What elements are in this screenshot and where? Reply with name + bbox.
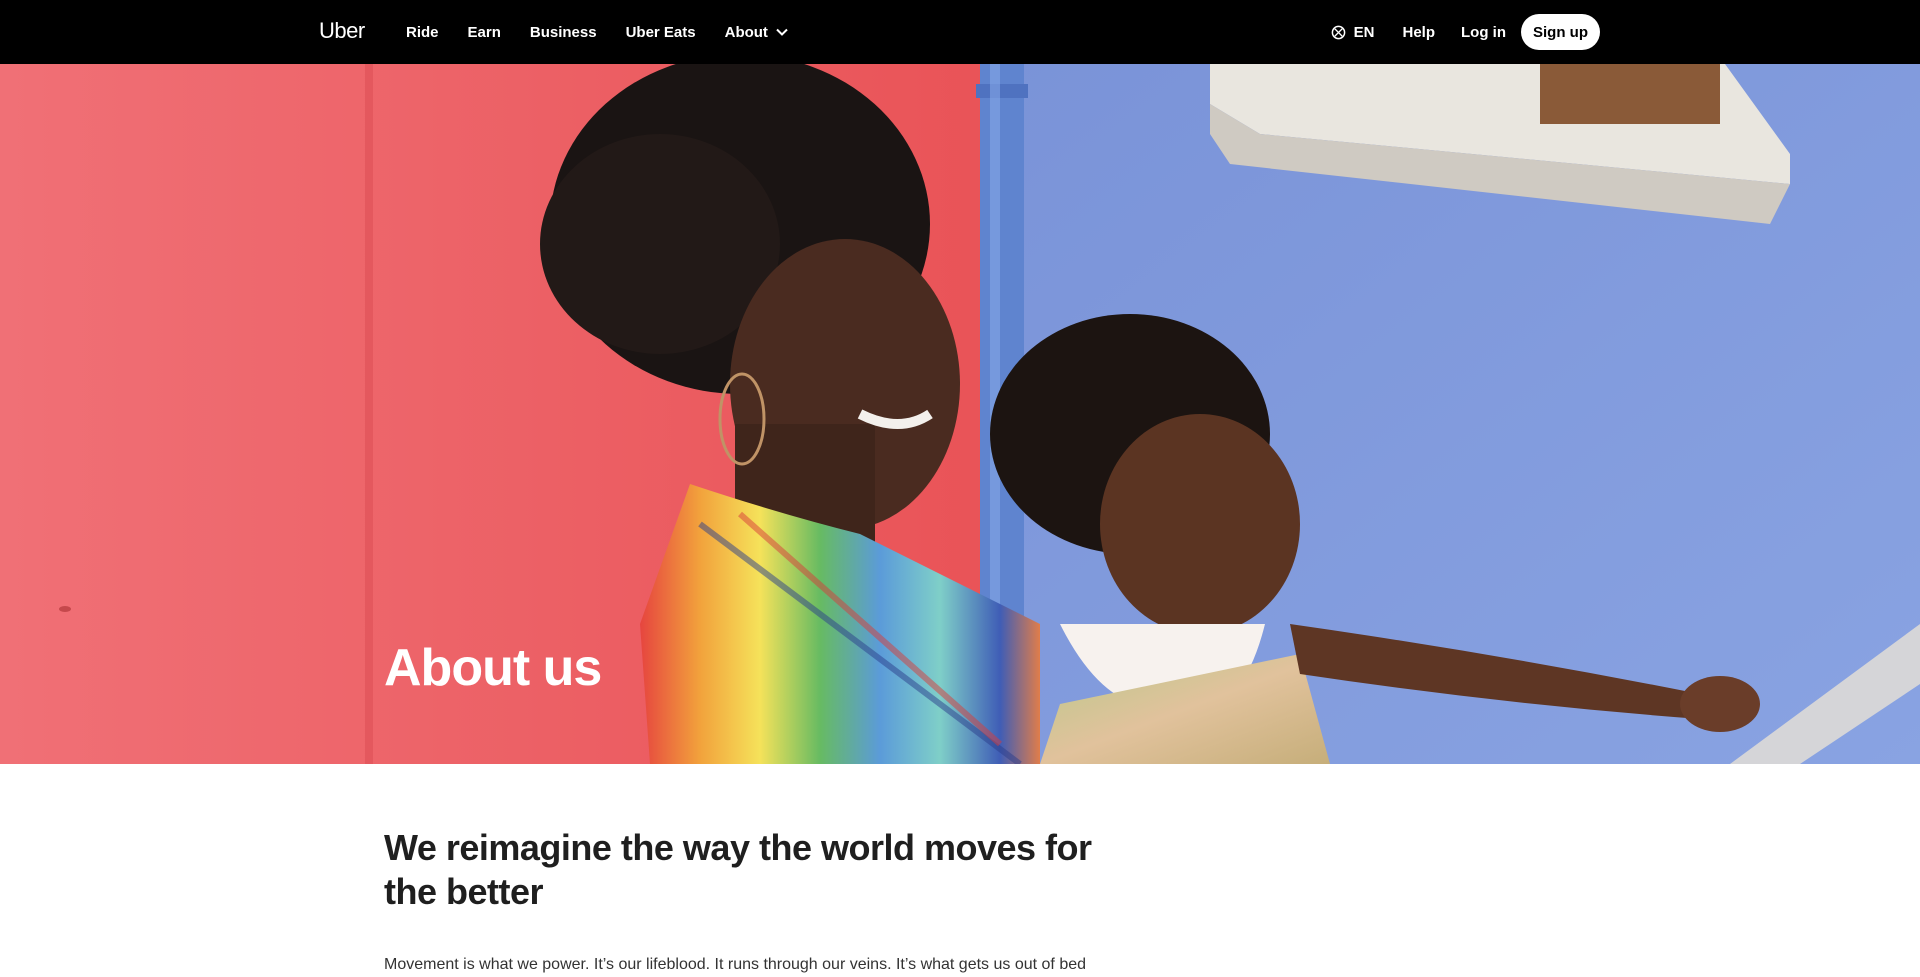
mission-paragraph: Movement is what we power. It’s our life… bbox=[384, 956, 1087, 973]
nav-about-label: About bbox=[724, 23, 768, 41]
nav-business[interactable]: Business bbox=[530, 24, 597, 41]
help-link[interactable]: Help bbox=[1402, 24, 1435, 41]
uber-logo[interactable]: Uber bbox=[319, 17, 365, 45]
primary-nav: Ride Earn Business Uber Eats About bbox=[406, 0, 817, 64]
chevron-down-icon bbox=[776, 28, 788, 36]
top-navigation: Uber Ride Earn Business Uber Eats About … bbox=[0, 0, 1920, 64]
signup-button[interactable]: Sign up bbox=[1521, 14, 1600, 50]
language-selector[interactable]: EN bbox=[1331, 23, 1375, 41]
hero-image bbox=[0, 64, 1920, 764]
login-link[interactable]: Log in bbox=[1461, 24, 1506, 41]
language-label: EN bbox=[1353, 23, 1375, 41]
secondary-nav: EN Help Log in Sign up bbox=[1331, 0, 1600, 64]
globe-icon bbox=[1331, 25, 1346, 40]
nav-earn[interactable]: Earn bbox=[468, 24, 501, 41]
mission-heading: We reimagine the way the world moves for… bbox=[384, 827, 1092, 912]
nav-uber-eats[interactable]: Uber Eats bbox=[626, 24, 696, 41]
nav-ride[interactable]: Ride bbox=[406, 24, 439, 41]
hero-banner: About us bbox=[0, 64, 1920, 764]
nav-about[interactable]: About bbox=[725, 24, 788, 41]
hero-title: About us bbox=[384, 639, 602, 697]
